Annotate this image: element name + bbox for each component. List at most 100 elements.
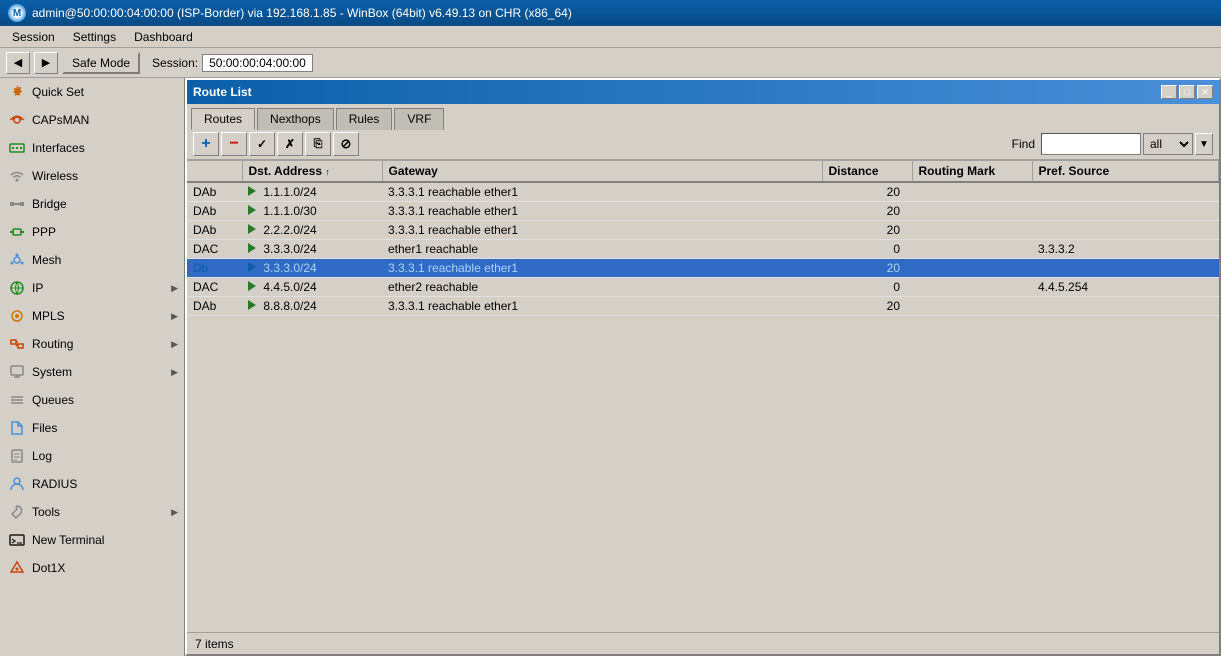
col-header-routing-mark[interactable]: Routing Mark <box>912 161 1032 182</box>
copy-button[interactable]: ⎘ <box>305 132 331 156</box>
check-button[interactable]: ✓ <box>249 132 275 156</box>
ppp-icon <box>8 223 26 241</box>
safe-mode-button[interactable]: Safe Mode <box>62 52 140 74</box>
tab-vrf[interactable]: VRF <box>394 108 444 130</box>
sidebar-item-capsman[interactable]: CAPsMAN <box>0 106 184 134</box>
sidebar-item-radius[interactable]: RADIUS <box>0 470 184 498</box>
table-row[interactable]: DAC 4.4.5.0/24 ether2 reachable 0 4.4.5.… <box>187 278 1219 297</box>
table-row[interactable]: DAb 1.1.1.0/30 3.3.3.1 reachable ether1 … <box>187 202 1219 221</box>
route-arrow-icon <box>248 281 256 291</box>
add-button[interactable]: + <box>193 132 219 156</box>
sidebar-item-interfaces[interactable]: Interfaces <box>0 134 184 162</box>
sidebar-item-new-terminal[interactable]: New Terminal <box>0 526 184 554</box>
action-toolbar: + − ✓ ✗ ⎘ ⊘ Find all ▼ <box>187 129 1219 160</box>
cell-distance: 0 <box>822 240 912 259</box>
back-button[interactable]: ◀ <box>6 52 30 74</box>
menu-bar: Session Settings Dashboard <box>0 26 1221 48</box>
cell-flags: DAb <box>187 297 242 316</box>
status-items-count: 7 items <box>195 637 234 651</box>
route-arrow-icon <box>248 262 256 272</box>
sidebar-item-mesh[interactable]: Mesh <box>0 246 184 274</box>
interfaces-icon <box>8 139 26 157</box>
col-header-pref-source[interactable]: Pref. Source <box>1032 161 1219 182</box>
close-button[interactable]: ✕ <box>1197 85 1213 99</box>
tab-routes[interactable]: Routes <box>191 108 255 130</box>
sidebar-label-quick-set: Quick Set <box>32 85 84 99</box>
sidebar-label-dot1x: Dot1X <box>32 561 65 575</box>
sidebar-item-ip[interactable]: IP <box>0 274 184 302</box>
table-row[interactable]: DAC 3.3.3.0/24 ether1 reachable 0 3.3.3.… <box>187 240 1219 259</box>
quick-set-icon <box>8 83 26 101</box>
col-header-distance[interactable]: Distance <box>822 161 912 182</box>
sidebar-item-routing[interactable]: Routing <box>0 330 184 358</box>
routing-icon <box>8 335 26 353</box>
cell-distance: 20 <box>822 259 912 278</box>
remove-button[interactable]: − <box>221 132 247 156</box>
cell-pref-source <box>1032 297 1219 316</box>
sidebar-item-mpls[interactable]: MPLS <box>0 302 184 330</box>
title-bar-text: admin@50:00:00:04:00:00 (ISP-Border) via… <box>32 6 572 20</box>
pref-source-text: 3.3.3.2 <box>1038 242 1075 256</box>
cell-pref-source: 3.3.3.2 <box>1032 240 1219 259</box>
cell-gateway: ether2 reachable <box>382 278 822 297</box>
cell-pref-source <box>1032 182 1219 202</box>
cell-distance: 0 <box>822 278 912 297</box>
tab-nexthops[interactable]: Nexthops <box>257 108 334 130</box>
table-row[interactable]: DAb 8.8.8.0/24 3.3.3.1 reachable ether1 … <box>187 297 1219 316</box>
table-row[interactable]: Db 3.3.3.0/24 3.3.3.1 reachable ether1 2… <box>187 259 1219 278</box>
sidebar-item-log[interactable]: Log <box>0 442 184 470</box>
cell-pref-source <box>1032 221 1219 240</box>
sidebar-label-mpls: MPLS <box>32 309 65 323</box>
status-bar: 7 items <box>187 632 1219 654</box>
sidebar-item-files[interactable]: Files <box>0 414 184 442</box>
cell-dst-address: 1.1.1.0/30 <box>242 202 382 221</box>
cell-routing-mark <box>912 202 1032 221</box>
find-dropdown-arrow[interactable]: ▼ <box>1195 133 1213 155</box>
sidebar-item-bridge[interactable]: Bridge <box>0 190 184 218</box>
menu-settings[interactable]: Settings <box>65 28 124 46</box>
sidebar-label-log: Log <box>32 449 52 463</box>
flag-text: DAb <box>193 223 216 237</box>
sidebar-item-system[interactable]: System <box>0 358 184 386</box>
route-arrow-icon <box>248 243 256 253</box>
sidebar-item-quick-set[interactable]: Quick Set <box>0 78 184 106</box>
find-input[interactable] <box>1041 133 1141 155</box>
distance-text: 0 <box>893 280 900 294</box>
cell-distance: 20 <box>822 202 912 221</box>
route-arrow-icon <box>248 300 256 310</box>
forward-button[interactable]: ▶ <box>34 52 58 74</box>
route-arrow-icon <box>248 205 256 215</box>
sidebar-item-tools[interactable]: Tools <box>0 498 184 526</box>
flag-text: DAb <box>193 299 216 313</box>
sidebar-item-dot1x[interactable]: Dot1X <box>0 554 184 582</box>
find-label: Find <box>1012 137 1035 151</box>
table-row[interactable]: DAb 2.2.2.0/24 3.3.3.1 reachable ether1 … <box>187 221 1219 240</box>
cell-routing-mark <box>912 182 1032 202</box>
cell-pref-source <box>1032 259 1219 278</box>
sidebar-item-ppp[interactable]: PPP <box>0 218 184 246</box>
table-row[interactable]: DAb 1.1.1.0/24 3.3.3.1 reachable ether1 … <box>187 182 1219 202</box>
main-layout: Quick Set CAPsMAN Interfaces Wireless Br <box>0 78 1221 656</box>
col-header-gateway[interactable]: Gateway <box>382 161 822 182</box>
sidebar-item-wireless[interactable]: Wireless <box>0 162 184 190</box>
sidebar-item-queues[interactable]: Queues <box>0 386 184 414</box>
col-header-dst-address[interactable]: Dst. Address ↑ <box>242 161 382 182</box>
cross-button[interactable]: ✗ <box>277 132 303 156</box>
sidebar-label-bridge: Bridge <box>32 197 67 211</box>
tab-rules[interactable]: Rules <box>336 108 393 130</box>
col-header-flags[interactable] <box>187 161 242 182</box>
mpls-icon <box>8 307 26 325</box>
gateway-text: 3.3.3.1 reachable ether1 <box>388 299 518 313</box>
radius-icon <box>8 475 26 493</box>
menu-session[interactable]: Session <box>4 28 63 46</box>
menu-dashboard[interactable]: Dashboard <box>126 28 201 46</box>
capsman-icon <box>8 111 26 129</box>
route-table-container[interactable]: Dst. Address ↑ Gateway Distance Routing … <box>187 160 1219 614</box>
dst-address-text: 1.1.1.0/24 <box>263 185 316 199</box>
maximize-button[interactable]: □ <box>1179 85 1195 99</box>
sidebar-label-new-terminal: New Terminal <box>32 533 104 547</box>
filter-button[interactable]: ⊘ <box>333 132 359 156</box>
cell-routing-mark <box>912 221 1032 240</box>
find-dropdown[interactable]: all <box>1143 133 1193 155</box>
minimize-button[interactable]: _ <box>1161 85 1177 99</box>
